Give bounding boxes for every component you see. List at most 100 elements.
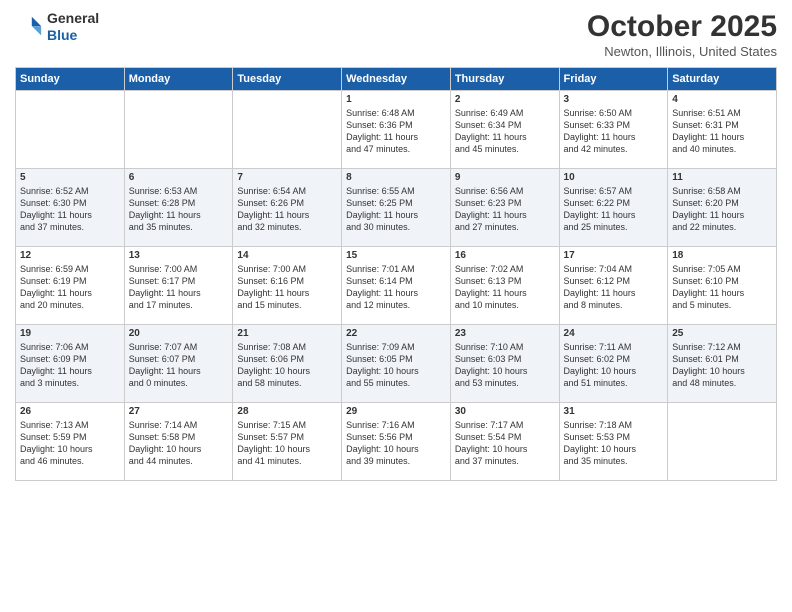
day-content: Sunrise: 7:17 AM Sunset: 5:54 PM Dayligh… (455, 419, 555, 468)
logo-line1: General (47, 10, 99, 27)
day-number: 1 (346, 94, 446, 105)
day-cell: 18Sunrise: 7:05 AM Sunset: 6:10 PM Dayli… (668, 247, 777, 325)
logo: General Blue (15, 10, 99, 44)
day-number: 30 (455, 406, 555, 417)
day-content: Sunrise: 7:02 AM Sunset: 6:13 PM Dayligh… (455, 263, 555, 312)
calendar-subtitle: Newton, Illinois, United States (587, 44, 777, 59)
logo-line2: Blue (47, 27, 99, 44)
day-number: 21 (237, 328, 337, 339)
day-cell: 24 Sunrise: 7:11 AM Sunset: 6:02 PM Dayli… (559, 325, 668, 403)
day-cell: 1 Sunrise: 6:48 AM Sunset: 6:36 PM Daylig… (342, 91, 451, 169)
day-number: 7 (237, 172, 337, 183)
day-number: 13 (129, 250, 229, 261)
day-number: 3 (564, 94, 664, 105)
day-content: Sunrise: 6:53 AM Sunset: 6:28 PM Dayligh… (129, 185, 229, 234)
day-number: 8 (346, 172, 446, 183)
calendar-title: October 2025 (587, 10, 777, 44)
day-cell: 30 Sunrise: 7:17 AM Sunset: 5:54 PM Dayli… (450, 403, 559, 481)
header: General Blue October 2025 Newton, Illino… (15, 10, 777, 59)
day-cell: 10 Sunrise: 6:57 AM Sunset: 6:22 PM Dayli… (559, 169, 668, 247)
day-number: 24 (564, 328, 664, 339)
day-number: 22 (346, 328, 446, 339)
day-content: Sunrise: 7:07 AM Sunset: 6:07 PM Dayligh… (129, 341, 229, 390)
day-cell (668, 403, 777, 481)
day-content: Sunrise: 6:48 AM Sunset: 6:36 PM Dayligh… (346, 107, 446, 156)
day-content: Sunrise: 7:04 AM Sunset: 6:12 PM Dayligh… (564, 263, 664, 312)
day-cell: 21 Sunrise: 7:08 AM Sunset: 6:06 PM Dayli… (233, 325, 342, 403)
week-row-2: 12Sunrise: 6:59 AM Sunset: 6:19 PM Dayli… (16, 247, 777, 325)
day-number: 2 (455, 94, 555, 105)
day-number: 5 (20, 172, 120, 183)
calendar-table: SundayMondayTuesdayWednesdayThursdayFrid… (15, 67, 777, 481)
day-number: 6 (129, 172, 229, 183)
day-cell: 2 Sunrise: 6:49 AM Sunset: 6:34 PM Daylig… (450, 91, 559, 169)
week-row-3: 19 Sunrise: 7:06 AM Sunset: 6:09 PM Dayli… (16, 325, 777, 403)
logo-text: General Blue (47, 10, 99, 44)
day-content: Sunrise: 6:49 AM Sunset: 6:34 PM Dayligh… (455, 107, 555, 156)
day-cell: 29Sunrise: 7:16 AM Sunset: 5:56 PM Dayli… (342, 403, 451, 481)
day-content: Sunrise: 7:05 AM Sunset: 6:10 PM Dayligh… (672, 263, 772, 312)
day-content: Sunrise: 7:08 AM Sunset: 6:06 PM Dayligh… (237, 341, 337, 390)
calendar-page: General Blue October 2025 Newton, Illino… (0, 0, 792, 612)
day-content: Sunrise: 7:00 AM Sunset: 6:16 PM Dayligh… (237, 263, 337, 312)
day-cell: 7 Sunrise: 6:54 AM Sunset: 6:26 PM Daylig… (233, 169, 342, 247)
weekday-header-tuesday: Tuesday (233, 68, 342, 91)
day-cell: 3 Sunrise: 6:50 AM Sunset: 6:33 PM Daylig… (559, 91, 668, 169)
day-cell: 13 Sunrise: 7:00 AM Sunset: 6:17 PM Dayli… (124, 247, 233, 325)
day-number: 11 (672, 172, 772, 183)
day-cell: 17 Sunrise: 7:04 AM Sunset: 6:12 PM Dayli… (559, 247, 668, 325)
day-cell: 25Sunrise: 7:12 AM Sunset: 6:01 PM Dayli… (668, 325, 777, 403)
logo-icon (15, 13, 43, 41)
day-content: Sunrise: 7:09 AM Sunset: 6:05 PM Dayligh… (346, 341, 446, 390)
day-number: 29 (346, 406, 446, 417)
day-cell: 9 Sunrise: 6:56 AM Sunset: 6:23 PM Daylig… (450, 169, 559, 247)
weekday-header-friday: Friday (559, 68, 668, 91)
day-cell: 6 Sunrise: 6:53 AM Sunset: 6:28 PM Daylig… (124, 169, 233, 247)
weekday-header-saturday: Saturday (668, 68, 777, 91)
day-number: 31 (564, 406, 664, 417)
day-content: Sunrise: 7:10 AM Sunset: 6:03 PM Dayligh… (455, 341, 555, 390)
day-content: Sunrise: 6:50 AM Sunset: 6:33 PM Dayligh… (564, 107, 664, 156)
day-cell: 12Sunrise: 6:59 AM Sunset: 6:19 PM Dayli… (16, 247, 125, 325)
weekday-header-thursday: Thursday (450, 68, 559, 91)
day-content: Sunrise: 7:13 AM Sunset: 5:59 PM Dayligh… (20, 419, 120, 468)
day-cell: 26Sunrise: 7:13 AM Sunset: 5:59 PM Dayli… (16, 403, 125, 481)
day-content: Sunrise: 6:51 AM Sunset: 6:31 PM Dayligh… (672, 107, 772, 156)
day-cell: 28 Sunrise: 7:15 AM Sunset: 5:57 PM Dayli… (233, 403, 342, 481)
day-content: Sunrise: 7:01 AM Sunset: 6:14 PM Dayligh… (346, 263, 446, 312)
day-number: 27 (129, 406, 229, 417)
day-cell (233, 91, 342, 169)
day-cell: 22 Sunrise: 7:09 AM Sunset: 6:05 PM Dayli… (342, 325, 451, 403)
day-cell: 14 Sunrise: 7:00 AM Sunset: 6:16 PM Dayli… (233, 247, 342, 325)
day-cell: 27Sunrise: 7:14 AM Sunset: 5:58 PM Dayli… (124, 403, 233, 481)
day-cell: 31Sunrise: 7:18 AM Sunset: 5:53 PM Dayli… (559, 403, 668, 481)
day-number: 10 (564, 172, 664, 183)
day-number: 9 (455, 172, 555, 183)
day-number: 14 (237, 250, 337, 261)
day-cell (16, 91, 125, 169)
day-content: Sunrise: 6:58 AM Sunset: 6:20 PM Dayligh… (672, 185, 772, 234)
day-number: 12 (20, 250, 120, 261)
day-content: Sunrise: 7:11 AM Sunset: 6:02 PM Dayligh… (564, 341, 664, 390)
title-block: October 2025 Newton, Illinois, United St… (587, 10, 777, 59)
day-content: Sunrise: 6:57 AM Sunset: 6:22 PM Dayligh… (564, 185, 664, 234)
day-number: 19 (20, 328, 120, 339)
day-number: 16 (455, 250, 555, 261)
day-cell: 5Sunrise: 6:52 AM Sunset: 6:30 PM Daylig… (16, 169, 125, 247)
day-number: 28 (237, 406, 337, 417)
day-cell: 20Sunrise: 7:07 AM Sunset: 6:07 PM Dayli… (124, 325, 233, 403)
weekday-header-wednesday: Wednesday (342, 68, 451, 91)
weekday-header-row: SundayMondayTuesdayWednesdayThursdayFrid… (16, 68, 777, 91)
day-content: Sunrise: 6:56 AM Sunset: 6:23 PM Dayligh… (455, 185, 555, 234)
day-number: 23 (455, 328, 555, 339)
day-cell (124, 91, 233, 169)
day-content: Sunrise: 7:15 AM Sunset: 5:57 PM Dayligh… (237, 419, 337, 468)
weekday-header-sunday: Sunday (16, 68, 125, 91)
day-cell: 19 Sunrise: 7:06 AM Sunset: 6:09 PM Dayli… (16, 325, 125, 403)
day-content: Sunrise: 6:54 AM Sunset: 6:26 PM Dayligh… (237, 185, 337, 234)
day-number: 15 (346, 250, 446, 261)
day-number: 17 (564, 250, 664, 261)
day-content: Sunrise: 7:06 AM Sunset: 6:09 PM Dayligh… (20, 341, 120, 390)
day-content: Sunrise: 7:00 AM Sunset: 6:17 PM Dayligh… (129, 263, 229, 312)
weekday-header-monday: Monday (124, 68, 233, 91)
